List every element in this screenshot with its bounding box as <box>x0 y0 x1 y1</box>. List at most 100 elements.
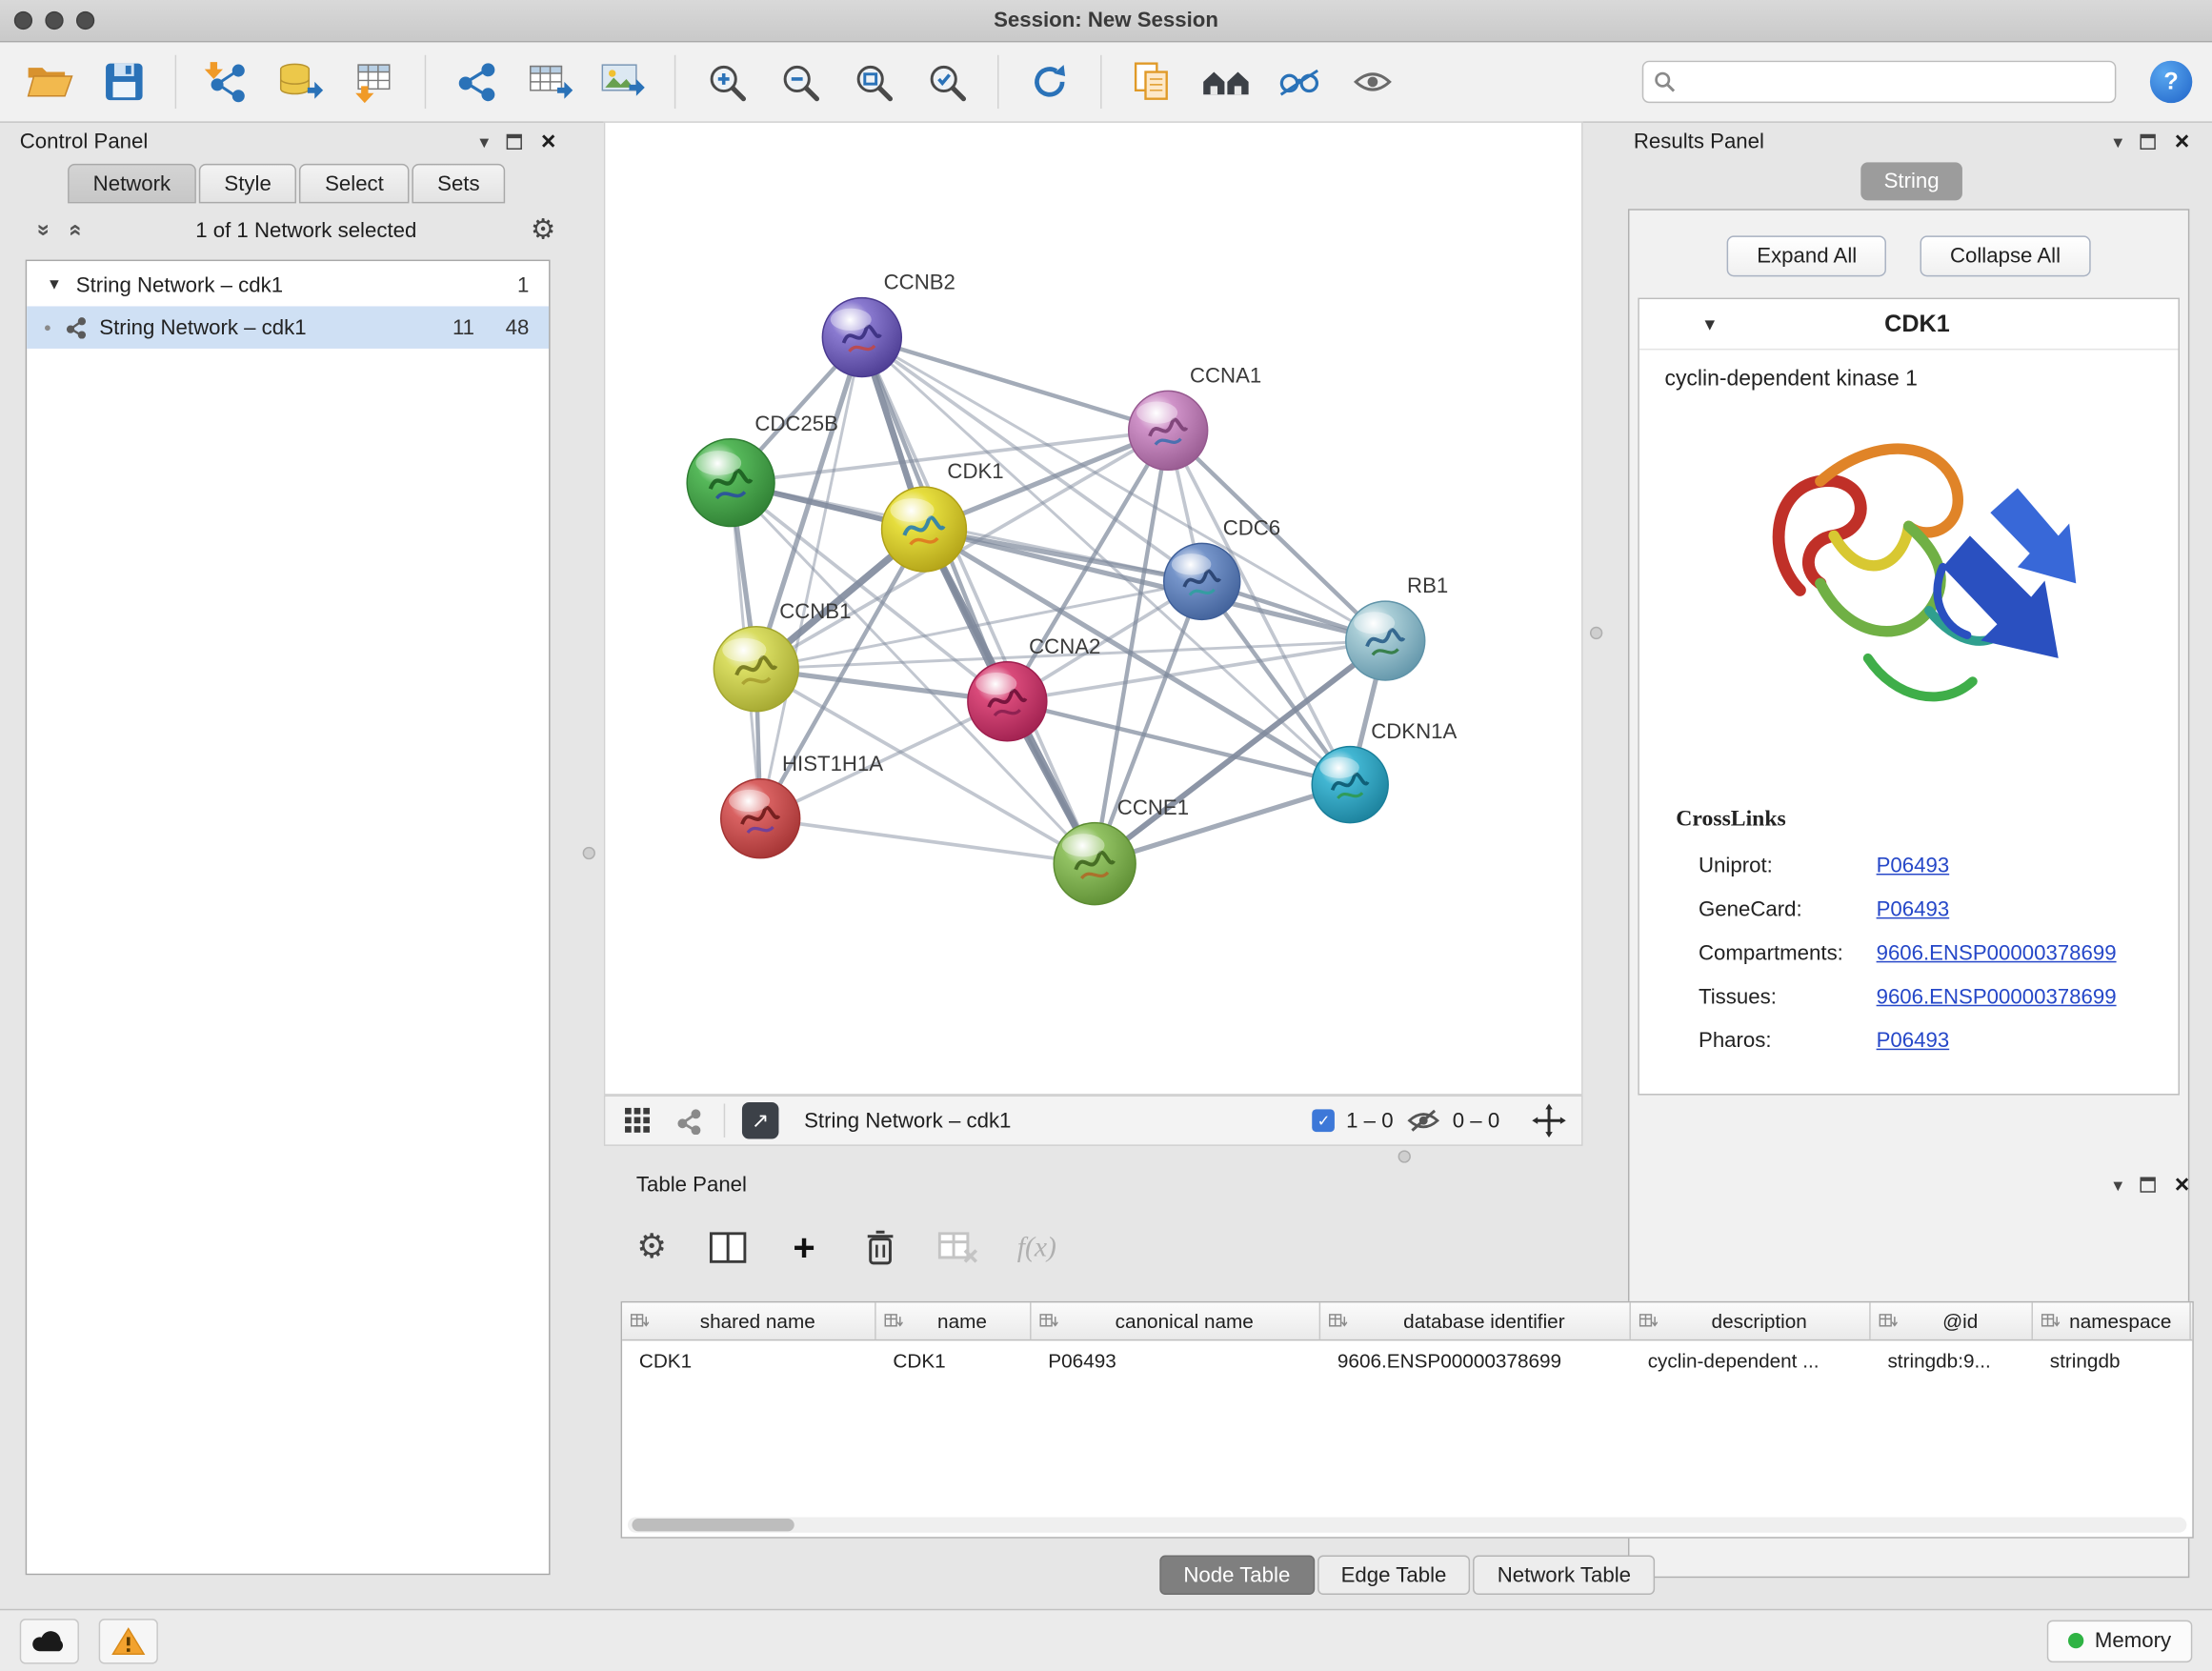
export-table-button[interactable] <box>519 52 581 111</box>
panel-close-icon[interactable]: × <box>2175 129 2190 154</box>
panel-float-icon[interactable] <box>2141 133 2156 149</box>
zoom-out-button[interactable] <box>769 52 831 111</box>
table-settings-gear-icon[interactable]: ⚙ <box>633 1231 671 1265</box>
tab-string[interactable]: String <box>1861 162 1961 200</box>
pan-crosshair-icon[interactable] <box>1531 1103 1568 1137</box>
tab-style[interactable]: Style <box>199 164 297 203</box>
column-header[interactable]: @id <box>1871 1302 2033 1339</box>
panel-float-icon[interactable] <box>507 133 522 149</box>
network-share-small-icon[interactable] <box>670 1107 707 1134</box>
eye-icon <box>1353 68 1392 96</box>
table-cell[interactable]: P06493 <box>1032 1340 1321 1379</box>
warnings-button[interactable] <box>99 1618 158 1662</box>
table-cell[interactable]: CDK1 <box>622 1340 876 1379</box>
copy-style-button[interactable] <box>1121 52 1183 111</box>
right-splitter-handle[interactable] <box>1590 627 1602 639</box>
hide-graphics-details-button[interactable] <box>1268 52 1330 111</box>
houses-icon <box>1200 65 1251 99</box>
network-edge[interactable] <box>760 818 1095 863</box>
open-session-button[interactable] <box>20 52 82 111</box>
create-column-plus-icon[interactable]: + <box>786 1229 823 1267</box>
network-edge[interactable] <box>862 337 1168 431</box>
panel-menu-caret-icon[interactable]: ▾ <box>2113 1175 2122 1193</box>
tree-expand-caret-icon[interactable]: ▼ <box>47 276 62 293</box>
panel-close-icon[interactable]: × <box>541 129 556 154</box>
column-header[interactable]: description <box>1631 1302 1871 1339</box>
help-button[interactable]: ? <box>2150 61 2192 103</box>
tab-edge-table[interactable]: Edge Table <box>1317 1556 1470 1595</box>
zoom-fit-icon <box>852 61 894 103</box>
column-header[interactable]: database identifier <box>1320 1302 1631 1339</box>
grid-view-icon[interactable] <box>619 1106 656 1135</box>
export-image-button[interactable] <box>593 52 654 111</box>
gene-collapse-caret-icon[interactable]: ▼ <box>1701 314 1719 334</box>
zoom-fit-button[interactable] <box>842 52 904 111</box>
network-row[interactable]: ● String Network – cdk1 11 48 <box>27 306 549 348</box>
expand-all-icon[interactable]: » <box>63 224 89 236</box>
crosslink-label: Pharos: <box>1699 1029 1874 1053</box>
import-network-from-database-button[interactable] <box>270 52 332 111</box>
delete-column-trash-icon[interactable] <box>862 1229 899 1266</box>
zoom-window-button[interactable] <box>76 11 94 30</box>
column-header[interactable]: shared name <box>622 1302 876 1339</box>
gear-icon[interactable]: ⚙ <box>531 216 556 245</box>
table-horizontal-scrollbar[interactable] <box>628 1518 2186 1533</box>
tab-node-table[interactable]: Node Table <box>1159 1556 1314 1595</box>
crosslink-link[interactable]: P06493 <box>1877 854 1950 877</box>
collapse-all-icon[interactable]: » <box>30 224 56 236</box>
panel-close-icon[interactable]: × <box>2175 1172 2190 1198</box>
network-collection-row[interactable]: ▼ String Network – cdk1 1 <box>27 264 549 306</box>
show-all-panels-button[interactable] <box>1195 52 1257 111</box>
new-network-button[interactable] <box>446 52 508 111</box>
hidden-eye-slash-icon[interactable] <box>1404 1108 1441 1134</box>
crosslink-link[interactable]: P06493 <box>1877 1029 1950 1053</box>
import-network-button[interactable] <box>196 52 258 111</box>
crosslink-link[interactable]: 9606.ENSP00000378699 <box>1877 985 2117 1009</box>
panel-menu-caret-icon[interactable]: ▾ <box>2113 132 2122 151</box>
network-edge[interactable] <box>760 337 862 818</box>
network-canvas[interactable]: CCNB2CCNA1CDC25BCDK1CDC6RB1CCNB1CCNA2CDK… <box>604 121 1583 1095</box>
memory-button[interactable]: Memory <box>2047 1620 2193 1661</box>
collapse-all-button[interactable]: Collapse All <box>1920 235 2090 276</box>
bottom-splitter-handle[interactable] <box>1398 1150 1411 1162</box>
table-cell[interactable]: CDK1 <box>876 1340 1032 1379</box>
crosslink-link[interactable]: P06493 <box>1877 897 1950 921</box>
import-table-button[interactable] <box>343 52 405 111</box>
network-node-label: RB1 <box>1407 574 1448 597</box>
zoom-in-icon <box>705 61 747 103</box>
zoom-in-button[interactable] <box>695 52 757 111</box>
scrollbar-thumb[interactable] <box>632 1519 794 1531</box>
panel-menu-caret-icon[interactable]: ▾ <box>479 132 489 151</box>
table-cell[interactable]: stringdb:9... <box>1871 1340 2033 1379</box>
open-in-new-window-button[interactable]: ↗ <box>742 1102 779 1139</box>
crosslink-link[interactable]: 9606.ENSP00000378699 <box>1877 941 2117 965</box>
tab-network-table[interactable]: Network Table <box>1474 1556 1656 1595</box>
cloud-status-button[interactable] <box>20 1618 79 1662</box>
close-window-button[interactable] <box>14 11 32 30</box>
column-header[interactable]: canonical name <box>1032 1302 1321 1339</box>
minimize-window-button[interactable] <box>45 11 63 30</box>
network-node-label: CCNB2 <box>884 271 955 294</box>
show-hide-panel-button[interactable] <box>1341 52 1403 111</box>
zoom-selected-button[interactable] <box>915 52 977 111</box>
panel-float-icon[interactable] <box>2141 1177 2156 1192</box>
tab-network[interactable]: Network <box>68 164 196 203</box>
apply-layout-button[interactable] <box>1018 52 1080 111</box>
search-input[interactable] <box>1642 61 2117 103</box>
left-splitter-handle[interactable] <box>583 847 595 859</box>
column-header[interactable]: name <box>876 1302 1032 1339</box>
tab-select[interactable]: Select <box>299 164 409 203</box>
network-edge[interactable] <box>862 337 1385 641</box>
save-session-button[interactable] <box>93 52 155 111</box>
table-cell[interactable]: stringdb <box>2033 1340 2191 1379</box>
table-cell[interactable]: 9606.ENSP00000378699 <box>1320 1340 1631 1379</box>
selected-checkbox[interactable]: ✓ <box>1313 1109 1336 1132</box>
table-cell[interactable]: cyclin-dependent ... <box>1631 1340 1871 1379</box>
table-row[interactable]: CDK1CDK1P064939606.ENSP00000378699cyclin… <box>622 1340 2192 1379</box>
show-columns-icon[interactable] <box>710 1232 747 1263</box>
tab-sets[interactable]: Sets <box>412 164 505 203</box>
column-header[interactable]: namespace <box>2033 1302 2191 1339</box>
expand-all-button[interactable]: Expand All <box>1727 235 1886 276</box>
network-edge[interactable] <box>862 337 1095 864</box>
network-row-label: String Network – cdk1 <box>99 315 306 339</box>
